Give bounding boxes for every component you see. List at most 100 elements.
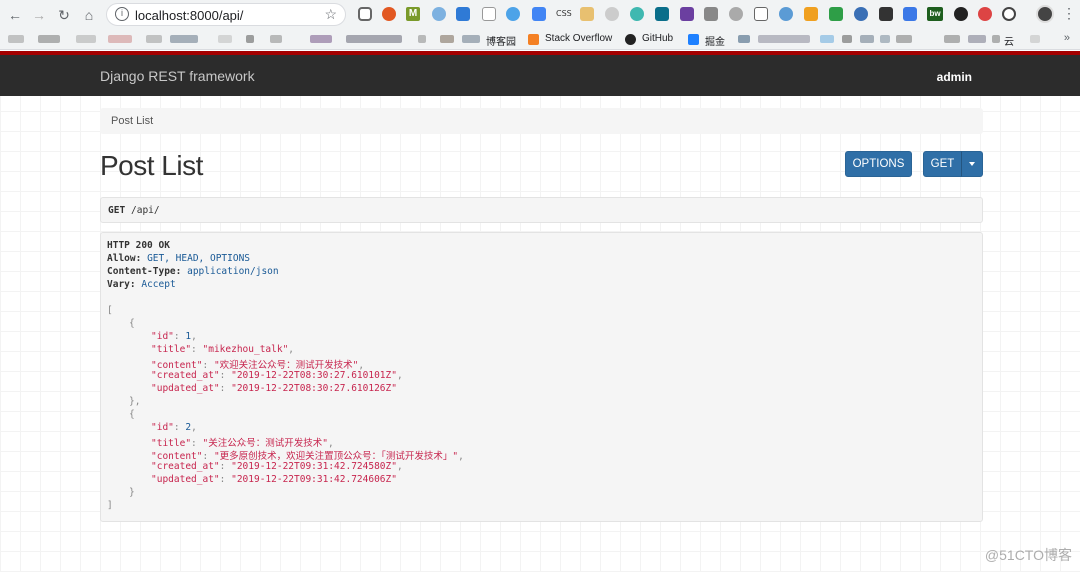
bookmark-stackoverflow[interactable]: Stack Overflow: [545, 33, 612, 44]
extension-icon[interactable]: [879, 7, 893, 21]
json-bracket: ]: [107, 500, 113, 511]
bookmark-item[interactable]: [1030, 35, 1040, 43]
format-dropdown-button[interactable]: [961, 151, 983, 177]
json-brace: {: [129, 318, 135, 329]
extension-icon[interactable]: [779, 7, 793, 21]
github-icon: [625, 34, 636, 45]
breadcrumb-item[interactable]: Post List: [111, 115, 153, 127]
options-button[interactable]: OPTIONS: [845, 151, 912, 177]
header-name: Content-Type:: [107, 266, 182, 277]
bookmark-item[interactable]: [218, 35, 232, 43]
bookmark-github[interactable]: GitHub: [642, 33, 673, 44]
watermark: @51CTO博客: [984, 547, 1072, 563]
stackoverflow-icon: [528, 34, 539, 45]
bookmark-item[interactable]: [108, 35, 132, 43]
header-name: Allow:: [107, 253, 142, 264]
json-value: "2019-12-22T09:31:42.724580Z": [231, 461, 397, 472]
url-text: localhost:8000/api/: [135, 8, 244, 23]
extension-icon[interactable]: [506, 7, 520, 21]
bookmark-item[interactable]: [462, 35, 480, 43]
extension-icon[interactable]: [580, 7, 594, 21]
extension-icon[interactable]: [532, 7, 546, 21]
page-title: Post List: [100, 150, 203, 181]
json-key: "id": [151, 331, 174, 342]
bookmark-item[interactable]: [842, 35, 852, 43]
response-info: HTTP 200 OK Allow: GET, HEAD, OPTIONS Co…: [100, 232, 983, 522]
bookmark-cnblogs[interactable]: 博客园: [486, 33, 516, 48]
bookmark-item[interactable]: [146, 35, 162, 43]
bookmark-item[interactable]: [38, 35, 60, 43]
request-method: GET: [108, 205, 126, 216]
bookmark-item[interactable]: [76, 35, 96, 43]
extension-icon[interactable]: [456, 7, 470, 21]
json-brace: },: [129, 396, 141, 407]
json-brace: }: [129, 487, 135, 498]
bookmark-item[interactable]: [270, 35, 282, 43]
extension-icon[interactable]: [432, 7, 446, 21]
extension-icon[interactable]: [729, 7, 743, 21]
extension-icon[interactable]: [903, 7, 917, 21]
header-value: Accept: [141, 279, 176, 290]
extension-icon[interactable]: [630, 7, 644, 21]
header-value: application/json: [187, 266, 279, 277]
bookmark-item[interactable]: [170, 35, 198, 43]
json-brace: {: [129, 409, 135, 420]
caret-down-icon: [969, 161, 975, 166]
bookmark-item[interactable]: [992, 35, 1000, 43]
css-extension-icon[interactable]: CSS: [556, 9, 572, 18]
extension-icon[interactable]: [382, 7, 396, 21]
extension-icon[interactable]: [655, 7, 669, 21]
get-button[interactable]: GET: [923, 151, 962, 177]
extension-icon[interactable]: [754, 7, 768, 21]
forward-icon[interactable]: →: [28, 4, 50, 26]
bookmark-cloud[interactable]: 云: [1004, 33, 1014, 48]
bookmark-juejin[interactable]: 掘金: [705, 33, 725, 48]
more-menu-icon[interactable]: ⋮: [1062, 5, 1076, 22]
breadcrumb: Post List: [100, 108, 983, 134]
bw-extension-icon[interactable]: bw: [927, 7, 943, 21]
bookmark-item[interactable]: [896, 35, 912, 43]
brand-link[interactable]: Django REST framework: [100, 68, 255, 84]
bookmark-item[interactable]: [310, 35, 332, 43]
bookmark-item[interactable]: [246, 35, 254, 43]
site-info-icon[interactable]: i: [115, 7, 129, 21]
bookmark-item[interactable]: [418, 35, 426, 43]
extension-icon[interactable]: [954, 7, 968, 21]
back-icon[interactable]: ←: [4, 4, 26, 26]
home-icon[interactable]: ⌂: [78, 4, 100, 26]
navbar: Django REST framework admin: [0, 51, 1080, 96]
bookmark-item[interactable]: [346, 35, 402, 43]
bookmark-item[interactable]: [820, 35, 834, 43]
extension-icon[interactable]: [680, 7, 694, 21]
extension-icon[interactable]: [804, 7, 818, 21]
shield-extension-icon[interactable]: [358, 7, 372, 21]
bookmark-item[interactable]: [860, 35, 874, 43]
extension-icon[interactable]: [605, 7, 619, 21]
bookmark-item[interactable]: [738, 35, 750, 43]
user-menu[interactable]: admin: [937, 70, 972, 84]
bookmark-item[interactable]: [944, 35, 960, 43]
bookmark-star-icon[interactable]: ☆: [324, 6, 337, 23]
json-bracket: [: [107, 305, 113, 316]
address-bar[interactable]: i localhost:8000/api/ ☆: [106, 3, 346, 26]
bookmarks-overflow-icon[interactable]: »: [1064, 32, 1070, 44]
extension-icon[interactable]: [1002, 7, 1016, 21]
request-info: GET /api/: [100, 197, 983, 223]
bookmark-item[interactable]: [880, 35, 890, 43]
extension-icon[interactable]: [978, 7, 992, 21]
extension-icon[interactable]: [854, 7, 868, 21]
bookmark-item[interactable]: [440, 35, 454, 43]
json-key: "updated_at": [151, 383, 220, 394]
extension-icon[interactable]: [482, 7, 496, 21]
extension-icon[interactable]: [829, 7, 843, 21]
bookmark-item[interactable]: [968, 35, 986, 43]
reload-icon[interactable]: ↻: [53, 4, 75, 26]
bookmark-item[interactable]: [758, 35, 810, 43]
page-content: Django REST framework admin Post List Po…: [0, 51, 1080, 572]
json-value: "mikezhou_talk": [202, 344, 289, 355]
extension-icon[interactable]: [704, 7, 718, 21]
json-value: "2019-12-22T08:30:27.610126Z": [231, 383, 397, 394]
bookmark-item[interactable]: [8, 35, 24, 43]
m-extension-icon[interactable]: M: [406, 7, 420, 21]
profile-avatar[interactable]: [1036, 5, 1054, 23]
